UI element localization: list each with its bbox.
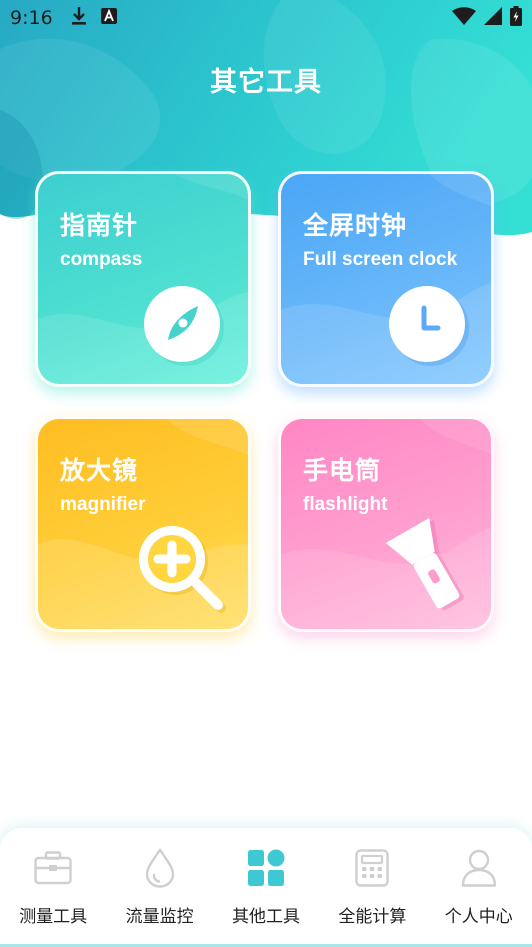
- card-title: 手电筒: [303, 456, 382, 485]
- status-time: 9:16: [10, 7, 53, 29]
- download-icon: [71, 6, 87, 31]
- toolbox-icon: [31, 846, 75, 890]
- grid-tiles-icon: [244, 846, 288, 890]
- droplet-icon: [138, 846, 182, 890]
- magnifier-card[interactable]: 放大镜 magnifier: [35, 416, 251, 632]
- card-subtitle: Full screen clock: [303, 249, 458, 270]
- person-icon: [457, 846, 501, 890]
- card-title: 全屏时钟: [303, 211, 408, 240]
- nav-item-traffic-monitor[interactable]: 流量监控: [107, 846, 213, 927]
- compass-icon: [140, 278, 232, 375]
- card-subtitle: magnifier: [60, 494, 146, 515]
- nav-label: 流量监控: [125, 907, 194, 927]
- app-a-icon: [100, 7, 117, 29]
- signal-icon: [484, 6, 502, 30]
- nav-item-measure-tools[interactable]: 测量工具: [0, 846, 106, 927]
- card-title: 指南针: [60, 211, 139, 240]
- card-title: 放大镜: [60, 456, 139, 485]
- nav-label: 个人中心: [444, 907, 513, 927]
- magnifier-icon: [134, 523, 234, 628]
- full-screen-clock-card[interactable]: 全屏时钟 Full screen clock: [278, 171, 494, 387]
- bottom-navigation: 测量工具 流量监控 其他工具 全能计算 个人中心: [0, 828, 532, 947]
- battery-charging-icon: [510, 5, 522, 31]
- flashlight-card[interactable]: 手电筒 flashlight: [278, 416, 494, 632]
- status-bar: 9:16: [0, 0, 532, 36]
- card-subtitle: compass: [60, 249, 143, 270]
- flashlight-icon: [373, 511, 483, 626]
- calculator-icon: [350, 846, 394, 890]
- nav-label: 测量工具: [19, 907, 88, 927]
- nav-label: 全能计算: [338, 907, 407, 927]
- clock-icon: [385, 278, 477, 375]
- compass-card[interactable]: 指南针 compass: [35, 171, 251, 387]
- nav-item-calculator[interactable]: 全能计算: [319, 846, 425, 927]
- nav-item-other-tools[interactable]: 其他工具: [213, 846, 319, 927]
- nav-item-personal-center[interactable]: 个人中心: [426, 846, 532, 927]
- wifi-icon: [452, 6, 476, 30]
- page-title: 其它工具: [210, 67, 322, 98]
- nav-label: 其他工具: [231, 907, 300, 927]
